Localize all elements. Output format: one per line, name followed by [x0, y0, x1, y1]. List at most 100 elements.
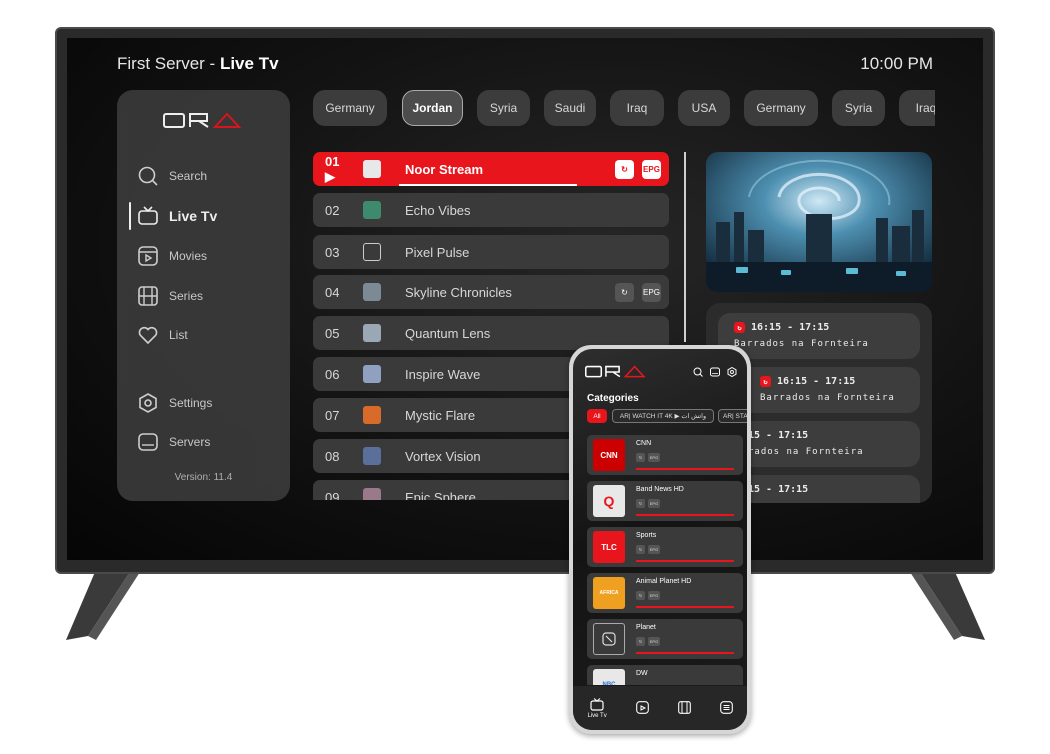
chip-watch-it[interactable]: AR| WATCH IT 4K ▶ واتش ات — [612, 409, 714, 423]
epg-badge: EPG — [648, 591, 660, 600]
channel-name: Pixel Pulse — [405, 244, 470, 260]
phone-channel-list: CNN CNN ↻ EPG Q Band News HD ↻ EPG TLC S… — [587, 435, 743, 685]
list-item[interactable]: TLC Sports ↻ EPG — [587, 527, 743, 567]
epg-time: 16:15 - 17:15 — [777, 376, 856, 387]
video-preview[interactable] — [706, 152, 932, 292]
chip-sta[interactable]: AR| STA — [718, 409, 747, 423]
channel-thumb: CNN — [593, 439, 625, 471]
list-item[interactable]: CNN CNN ↻ EPG — [587, 435, 743, 475]
channel-name: Noor Stream — [405, 161, 484, 177]
nav-movies[interactable] — [635, 700, 649, 716]
list-item[interactable]: AFRICA Animal Planet HD ↻ EPG — [587, 573, 743, 613]
channel-name: Sports — [636, 532, 657, 539]
channel-logo — [363, 406, 381, 424]
phone-bottom-nav: Live Tv — [573, 686, 747, 730]
channel-name: Echo Vibes — [405, 202, 471, 218]
tab-germany[interactable]: Germany — [313, 90, 387, 126]
channel-logo — [363, 324, 381, 342]
tv-icon[interactable] — [709, 366, 720, 377]
tab-saudi[interactable]: Saudi — [544, 90, 596, 126]
tab-germany-2[interactable]: Germany — [744, 90, 818, 126]
chip-all[interactable]: All — [587, 409, 607, 423]
settings-icon[interactable] — [726, 366, 737, 377]
sidebar-item-label: Search — [169, 169, 208, 183]
nav-series[interactable] — [677, 700, 691, 716]
list-item[interactable]: Q Band News HD ↻ EPG — [587, 481, 743, 521]
record-icon: ↻ — [734, 322, 745, 333]
channel-logo — [363, 160, 381, 178]
channel-number: 04 — [325, 284, 340, 300]
channel-number: 07 — [325, 407, 340, 423]
ora-logo — [163, 112, 242, 128]
record-icon: ↻ — [760, 376, 771, 387]
phone-toolbar — [692, 366, 737, 377]
channel-number: 03 — [325, 244, 340, 260]
screen-title: First Server - Live Tv — [117, 54, 279, 74]
list-item[interactable]: NBC DW — [587, 665, 743, 685]
channel-row[interactable]: 01 ▶ Noor Stream ↻ EPG — [313, 152, 669, 186]
sidebar-item-list[interactable]: List — [137, 323, 188, 347]
sidebar-item-label: Live Tv — [169, 208, 218, 224]
list-item[interactable]: Planet ↻ EPG — [587, 619, 743, 659]
epg-badge[interactable]: EPG — [642, 282, 661, 302]
active-indicator — [129, 202, 131, 230]
tab-syria[interactable]: Syria — [477, 90, 530, 126]
film-icon — [677, 700, 691, 716]
sidebar-item-label: List — [169, 328, 188, 342]
nav-label: Live Tv — [587, 712, 607, 719]
channel-row[interactable]: 04 Skyline Chronicles ↻ EPG — [313, 275, 669, 309]
ora-logo — [585, 365, 646, 378]
sidebar-item-movies[interactable]: Movies — [137, 244, 207, 268]
server-icon — [137, 431, 159, 453]
tab-jordan[interactable]: Jordan — [402, 90, 463, 126]
progress-line — [399, 184, 577, 186]
tab-iraq[interactable]: Iraq — [610, 90, 664, 126]
catchup-icon[interactable]: ↻ — [615, 282, 634, 302]
channel-logo — [363, 365, 381, 383]
channel-logo — [363, 201, 381, 219]
epg-item[interactable]: ↻ 16:15 - 17:15 Barrados na Fornteira — [718, 313, 920, 359]
nav-live-tv[interactable]: Live Tv — [587, 697, 607, 719]
sidebar-item-servers[interactable]: Servers — [137, 430, 210, 454]
channel-row[interactable]: 02 Echo Vibes — [313, 193, 669, 227]
epg-badge: EPG — [648, 637, 660, 646]
epg-badge: EPG — [648, 499, 660, 508]
epg-time: 15 - 17:15 — [748, 484, 809, 495]
channel-name: DW — [636, 670, 648, 677]
epg-badge[interactable]: EPG — [642, 159, 661, 179]
catchup-icon: ↻ — [636, 499, 645, 508]
channel-row[interactable]: 03 Pixel Pulse — [313, 235, 669, 269]
movie-icon — [137, 245, 159, 267]
channel-thumb — [593, 623, 625, 655]
search-icon[interactable] — [692, 366, 703, 377]
catchup-icon[interactable]: ↻ — [615, 159, 634, 179]
film-icon — [137, 285, 159, 307]
movie-icon — [635, 700, 649, 716]
sidebar-item-series[interactable]: Series — [137, 284, 203, 308]
channel-thumb: NBC — [593, 669, 625, 685]
epg-badge: EPG — [648, 453, 660, 462]
nav-list[interactable] — [719, 700, 733, 716]
sidebar-item-live-tv[interactable]: Live Tv — [137, 204, 217, 228]
catchup-icon: ↻ — [636, 591, 645, 600]
sidebar: Search Live Tv Movies Series List Settin… — [117, 90, 290, 501]
channel-logo — [363, 488, 381, 500]
tab-syria-2[interactable]: Syria — [832, 90, 885, 126]
heart-icon — [137, 324, 159, 346]
progress-line — [636, 560, 734, 562]
channel-name: Planet — [636, 624, 656, 631]
tab-iraq-2[interactable]: Iraq — [899, 90, 935, 126]
catchup-icon: ↻ — [636, 453, 645, 462]
channel-number: 06 — [325, 366, 340, 382]
tab-usa[interactable]: USA — [678, 90, 730, 126]
sidebar-item-search[interactable]: Search — [137, 164, 207, 188]
settings-icon — [137, 392, 159, 414]
phone: Categories All AR| WATCH IT 4K ▶ واتش ات… — [569, 345, 751, 734]
divider — [684, 152, 686, 342]
version-label: Version: 11.4 — [174, 472, 233, 483]
channel-number: 02 — [325, 202, 340, 218]
phone-screen: Categories All AR| WATCH IT 4K ▶ واتش ات… — [573, 349, 747, 730]
sidebar-item-label: Movies — [169, 249, 208, 263]
sidebar-item-settings[interactable]: Settings — [137, 391, 212, 415]
tv-icon — [590, 697, 604, 713]
